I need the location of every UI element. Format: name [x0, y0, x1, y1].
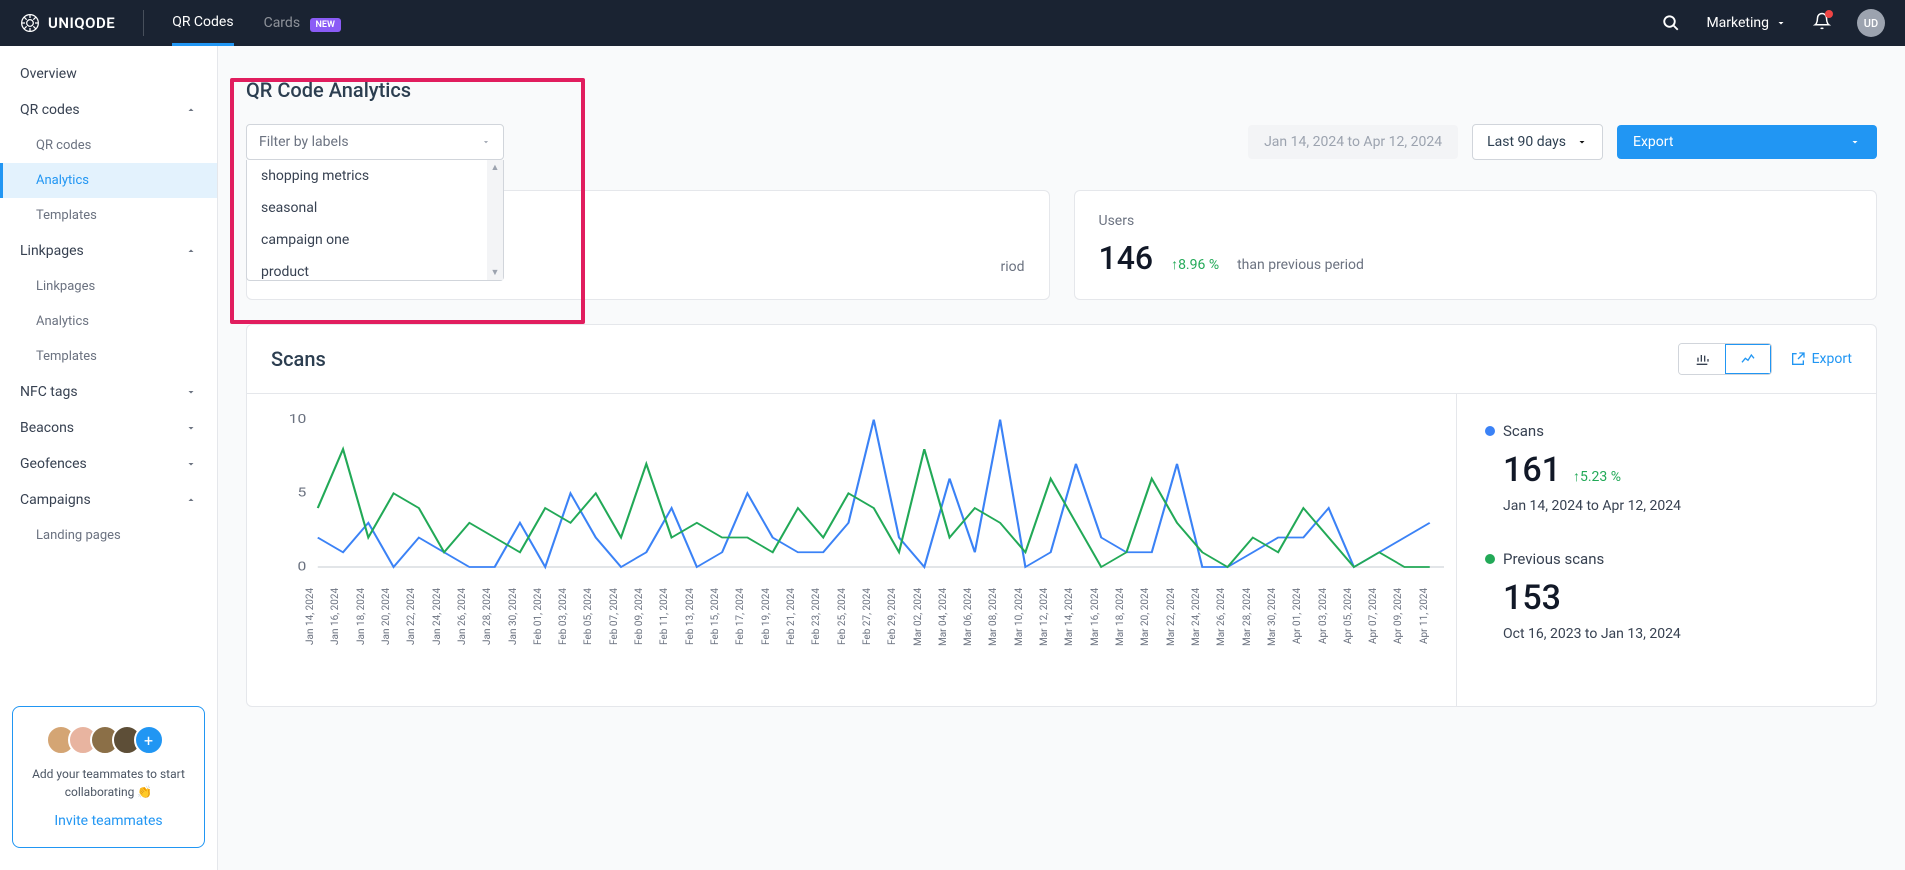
filter-by-labels[interactable]: Filter by labels shopping metricsseasona… — [246, 124, 504, 160]
legend-label: Scans — [1503, 422, 1544, 440]
bar-chart-toggle[interactable] — [1679, 344, 1725, 374]
page-title: QR Code Analytics — [246, 78, 1877, 102]
topnav: QR Codes Cards NEW — [172, 1, 341, 46]
line-chart-icon — [1740, 351, 1756, 367]
legend-sub: Jan 14, 2024 to Apr 12, 2024 — [1503, 498, 1848, 514]
teammates-card: + Add your teammates to start collaborat… — [12, 706, 205, 848]
notification-dot — [1825, 10, 1833, 18]
filter-option[interactable]: seasonal — [247, 192, 503, 224]
topbar: UNIQODE QR Codes Cards NEW Marketing UD — [0, 0, 1905, 46]
sidebar-item-landing-pages[interactable]: Landing pages — [0, 518, 217, 553]
chart-title: Scans — [271, 347, 326, 371]
filter-dropdown: shopping metricsseasonalcampaign oneprod… — [246, 160, 504, 281]
brand[interactable]: UNIQODE — [20, 13, 115, 33]
filter-option[interactable]: campaign one — [247, 224, 503, 256]
export-icon — [1790, 351, 1806, 367]
sidebar-item-campaigns[interactable]: Campaigns — [0, 482, 217, 518]
chart-export-button[interactable]: Export — [1790, 351, 1852, 367]
stat-suffix-fragment: riod — [1000, 259, 1024, 275]
legend-delta: ↑5.23 % — [1573, 468, 1621, 485]
avatar-stack: + — [25, 725, 192, 755]
divider — [143, 10, 144, 36]
sidebar-item-linkpages-templates[interactable]: Templates — [0, 339, 217, 374]
date-range-select[interactable]: Last 90 days — [1472, 124, 1603, 160]
chevron-up-icon — [185, 494, 197, 506]
sidebar-item-templates[interactable]: Templates — [0, 198, 217, 233]
search-icon[interactable] — [1662, 14, 1680, 32]
nav-qr-codes[interactable]: QR Codes — [172, 1, 233, 46]
main-content: QR Code Analytics Filter by labels shopp… — [218, 46, 1905, 870]
chart-plot: 0510 Jan 14, 2024Jan 16, 2024Jan 18, 202… — [247, 394, 1456, 706]
sidebar-item-overview[interactable]: Overview — [0, 56, 217, 92]
chevron-down-icon — [1775, 17, 1787, 29]
legend-dot-prev — [1485, 554, 1495, 564]
svg-text:10: 10 — [289, 414, 307, 427]
sidebar-item-linkpages-analytics[interactable]: Analytics — [0, 304, 217, 339]
chart-card: Scans Export — [246, 324, 1877, 707]
sidebar-item-geofences[interactable]: Geofences — [0, 446, 217, 482]
legend-value: 161 — [1503, 450, 1561, 490]
stat-label: Users — [1099, 213, 1853, 229]
chevron-down-icon — [185, 422, 197, 434]
legend-sub: Oct 16, 2023 to Jan 13, 2024 — [1503, 626, 1848, 642]
svg-text:5: 5 — [298, 486, 307, 500]
chevron-up-icon — [185, 245, 197, 257]
line-chart-toggle[interactable] — [1725, 344, 1771, 374]
chevron-up-icon — [185, 104, 197, 116]
sidebar-item-analytics[interactable]: Analytics — [0, 163, 217, 198]
legend-dot-scans — [1485, 426, 1495, 436]
add-teammate-icon[interactable]: + — [134, 725, 164, 755]
nav-cards[interactable]: Cards NEW — [264, 2, 341, 44]
caret-down-icon — [481, 137, 491, 147]
stat-value: 146 — [1099, 239, 1154, 277]
chevron-down-icon — [185, 386, 197, 398]
sidebar-item-linkpages[interactable]: Linkpages — [0, 233, 217, 269]
stat-delta: ↑8.96 % — [1171, 256, 1219, 273]
svg-text:0: 0 — [298, 560, 307, 574]
invite-teammates-link[interactable]: Invite teammates — [25, 813, 192, 829]
filter-option[interactable]: shopping metrics — [247, 160, 503, 192]
teammates-text: Add your teammates to start collaboratin… — [25, 765, 192, 801]
sidebar-item-linkpages-child[interactable]: Linkpages — [0, 269, 217, 304]
legend-value: 153 — [1503, 578, 1848, 618]
sidebar-item-qr-codes[interactable]: QR codes — [0, 92, 217, 128]
scroll-up-icon[interactable]: ▲ — [491, 162, 500, 173]
scroll-down-icon[interactable]: ▼ — [491, 267, 500, 278]
sidebar-item-qr-codes-child[interactable]: QR codes — [0, 128, 217, 163]
bar-chart-icon — [1694, 351, 1710, 367]
chart-type-toggle — [1678, 343, 1772, 375]
caret-down-icon — [1849, 136, 1861, 148]
account-switcher[interactable]: Marketing — [1706, 15, 1787, 31]
stat-card-users: Users 146 ↑8.96 % than previous period — [1074, 190, 1878, 300]
legend-label: Previous scans — [1503, 550, 1604, 568]
sidebar: Overview QR codes QR codes Analytics Tem… — [0, 46, 218, 870]
brand-name: UNIQODE — [48, 14, 115, 32]
user-avatar[interactable]: UD — [1857, 9, 1885, 37]
sidebar-item-beacons[interactable]: Beacons — [0, 410, 217, 446]
notifications-button[interactable] — [1813, 12, 1831, 34]
new-badge: NEW — [310, 18, 341, 32]
sidebar-item-nfc[interactable]: NFC tags — [0, 374, 217, 410]
filter-option[interactable]: product — [247, 256, 503, 280]
scrollbar[interactable]: ▲ ▼ — [487, 160, 503, 280]
stat-suffix: than previous period — [1237, 257, 1364, 273]
chevron-down-icon — [185, 458, 197, 470]
caret-down-icon — [1576, 136, 1588, 148]
export-button[interactable]: Export — [1617, 125, 1877, 159]
chart-legend-panel: Scans 161 ↑5.23 % Jan 14, 2024 to Apr 12… — [1456, 394, 1876, 706]
brand-logo-icon — [20, 13, 40, 33]
date-range-display: Jan 14, 2024 to Apr 12, 2024 — [1248, 125, 1458, 159]
